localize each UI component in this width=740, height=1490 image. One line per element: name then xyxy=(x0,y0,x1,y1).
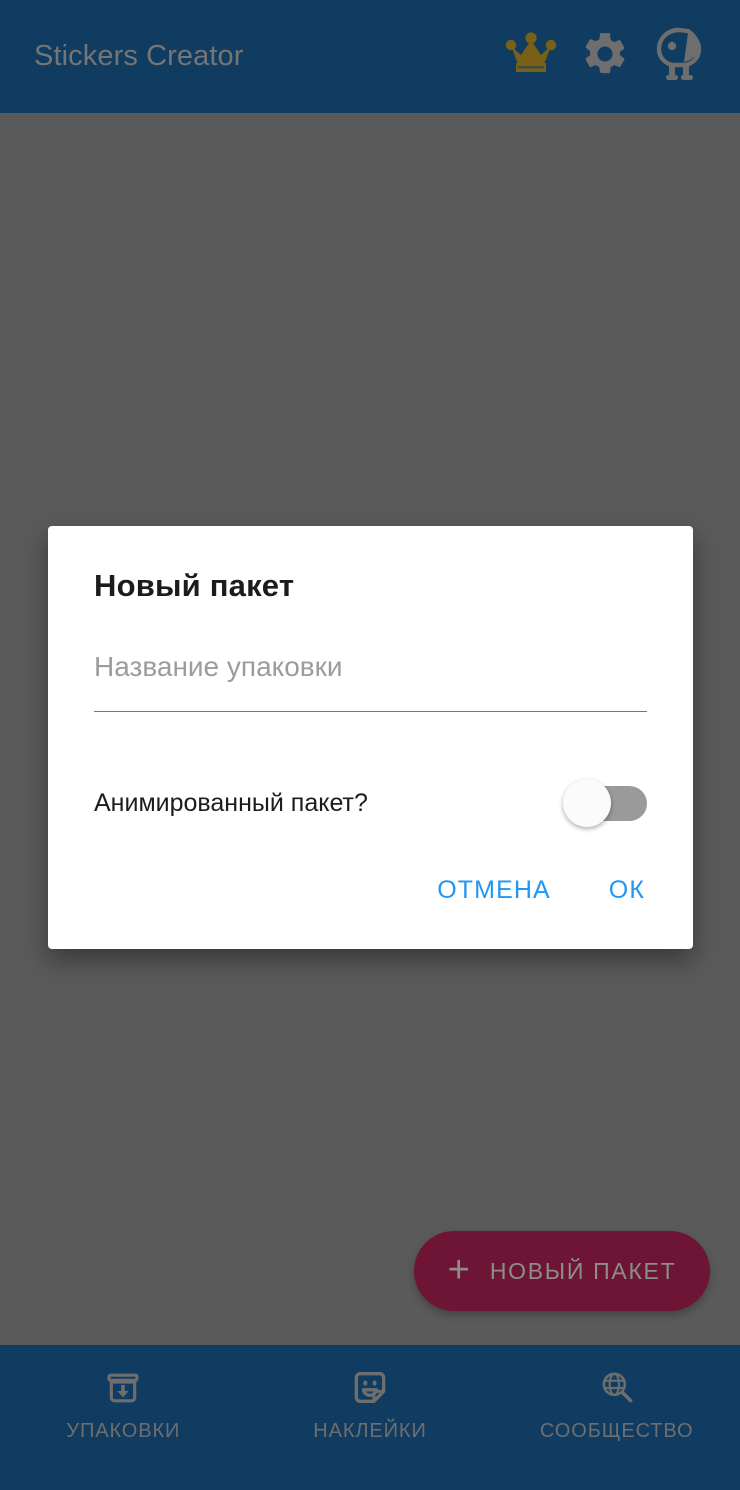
animated-pack-label: Анимированный пакет? xyxy=(94,788,368,817)
animated-pack-toggle[interactable] xyxy=(563,779,647,827)
dialog-actions: ОТМЕНА ОК xyxy=(419,862,663,919)
dialog-title: Новый пакет xyxy=(94,568,295,603)
ok-button[interactable]: ОК xyxy=(591,862,663,919)
dialog-scrim[interactable]: Новый пакет Анимированный пакет? ОТМЕНА … xyxy=(0,0,740,1490)
cancel-button[interactable]: ОТМЕНА xyxy=(419,862,569,919)
new-pack-dialog: Новый пакет Анимированный пакет? ОТМЕНА … xyxy=(48,526,693,949)
toggle-thumb xyxy=(563,779,611,827)
pack-name-input[interactable] xyxy=(94,651,647,712)
pack-name-field xyxy=(94,651,647,712)
animated-pack-row: Анимированный пакет? xyxy=(94,771,647,835)
